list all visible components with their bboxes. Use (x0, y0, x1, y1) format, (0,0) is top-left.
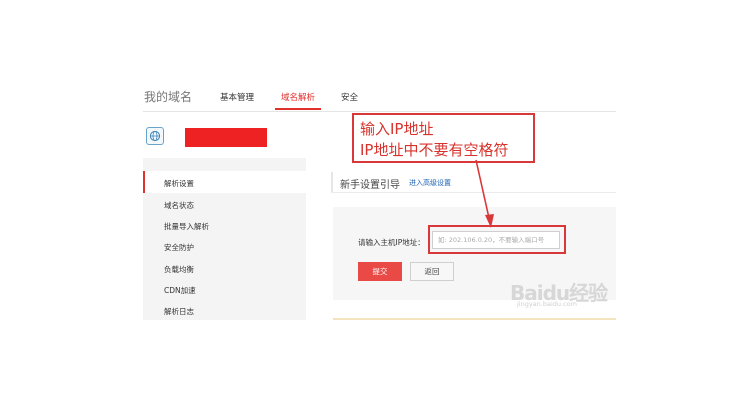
annotation-line-2: IP地址中不要有空格符 (360, 141, 509, 159)
notice-strip (333, 318, 616, 320)
back-button[interactable]: 返回 (410, 262, 454, 281)
section-accent-bar (331, 172, 333, 192)
annotation-line-1: 输入IP地址 (360, 120, 434, 138)
tab-basic-management[interactable]: 基本管理 (220, 91, 254, 103)
submit-button[interactable]: 提交 (358, 262, 402, 281)
sidebar: 解析设置 域名状态 批量导入解析 安全防护 负载均衡 CDN加速 解析日志 (143, 158, 306, 320)
guide-title: 新手设置引导 (340, 180, 400, 191)
sidebar-active-indicator (143, 171, 145, 193)
tab-domain-resolution[interactable]: 域名解析 (281, 91, 315, 103)
sidebar-item-domain-status[interactable]: 域名状态 (164, 200, 194, 211)
annotation-callout: 输入IP地址 IP地址中不要有空格符 (352, 113, 535, 163)
watermark-url: jingyan.baidu.com (517, 300, 577, 308)
tab-security[interactable]: 安全 (341, 91, 358, 103)
page-title: 我的域名 (144, 90, 193, 104)
annotation-arrow (475, 159, 494, 228)
globe-icon (146, 127, 164, 145)
sidebar-item-load-balancing[interactable]: 负载均衡 (164, 264, 194, 275)
sidebar-item-resolution-log[interactable]: 解析日志 (164, 306, 194, 317)
advanced-settings-link[interactable]: 进入高级设置 (409, 178, 451, 188)
sidebar-item-security-protection[interactable]: 安全防护 (164, 242, 194, 253)
sidebar-item-batch-import[interactable]: 批量导入解析 (164, 221, 209, 232)
sidebar-item-cdn[interactable]: CDN加速 (164, 285, 196, 296)
nav-divider (143, 111, 616, 112)
sidebar-item-resolution-settings[interactable]: 解析设置 (164, 178, 194, 189)
domain-name-redacted (185, 128, 267, 147)
ip-field-label: 请输入主机IP地址： (358, 238, 425, 247)
active-tab-indicator (275, 108, 321, 110)
